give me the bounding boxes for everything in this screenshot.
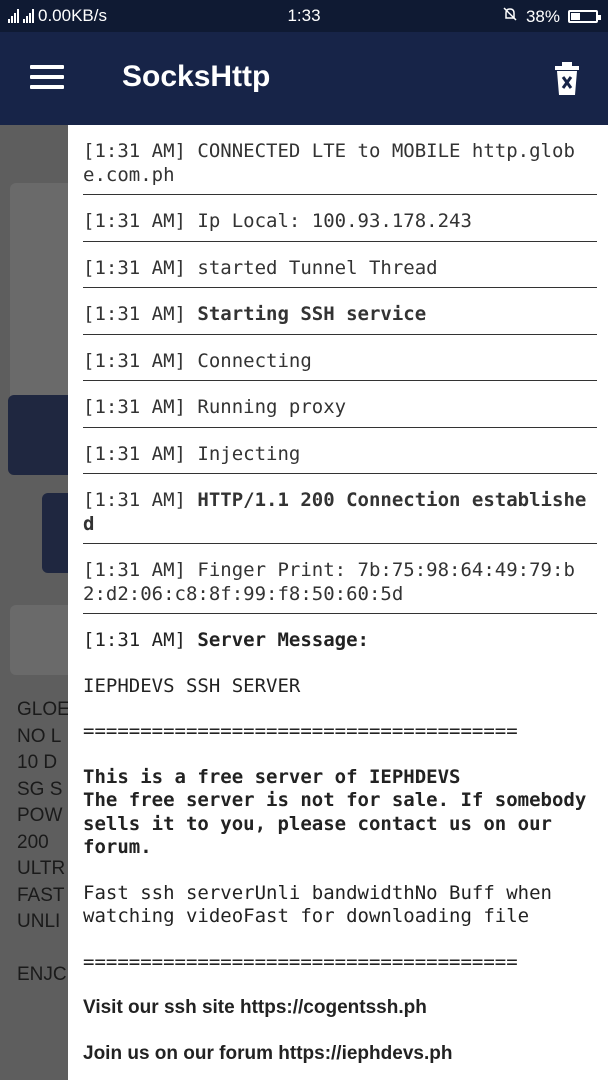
log-entry: [1:31 AM] Starting SSH service <box>83 288 597 335</box>
status-right: 38% <box>502 6 601 27</box>
log-entry: [1:31 AM] Finger Print: 7b:75:98:64:49:7… <box>83 544 597 614</box>
server-heading: IEPHDEVS SSH SERVER <box>83 674 301 697</box>
bg-server-notes: GLOE NO L 10 D SG S POW 200 ULTR FAST UN… <box>17 699 70 985</box>
separator-2: ====================================== <box>83 950 518 973</box>
log-time: [1:31 AM] <box>83 442 198 465</box>
log-panel[interactable]: [1:31 AM] CONNECTED LTE to MOBILE http.g… <box>68 125 608 1080</box>
log-time: [1:31 AM] <box>83 396 198 418</box>
log-message: Ip Local: 100.93.178.243 <box>197 210 472 232</box>
status-bar: 0.00KB/s 1:33 38% <box>0 0 608 32</box>
log-message: Starting SSH service <box>197 303 427 325</box>
log-entry: [1:31 AM] Injecting <box>83 428 597 474</box>
log-entry: [1:31 AM] Running proxy <box>83 381 597 428</box>
trash-delete-icon[interactable] <box>554 62 580 96</box>
battery-percent: 38% <box>525 6 560 26</box>
log-message: Running proxy <box>197 396 347 418</box>
log-time: [1:31 AM] <box>83 256 198 279</box>
log-time: [1:31 AM] <box>83 559 198 581</box>
log-list: [1:31 AM] CONNECTED LTE to MOBILE http.g… <box>68 125 608 1065</box>
log-time: [1:31 AM] <box>83 629 198 651</box>
hamburger-menu-icon[interactable] <box>30 65 64 91</box>
log-entry: [1:31 AM] HTTP/1.1 200 Connection establ… <box>83 474 597 544</box>
log-time: [1:31 AM] <box>83 489 198 511</box>
log-time: [1:31 AM] <box>83 303 198 325</box>
log-time: [1:31 AM] <box>83 140 198 162</box>
server-features: Fast ssh serverUnli bandwidthNo Buff whe… <box>83 881 564 928</box>
log-time: [1:31 AM] <box>83 210 198 232</box>
separator: ====================================== <box>83 720 518 742</box>
battery-icon <box>568 10 601 23</box>
app-title: SocksHttp <box>122 60 271 93</box>
log-entry: [1:31 AM] Ip Local: 100.93.178.243 <box>83 195 597 242</box>
log-message: Injecting <box>197 442 301 465</box>
log-time: [1:31 AM] <box>83 349 198 372</box>
site-link-line: Visit our ssh site https://cogentssh.ph <box>83 997 427 1018</box>
server-notice: This is a free server of IEPHDEVS The fr… <box>83 765 587 859</box>
forum-link-line: Join us on our forum https://iephdevs.ph <box>83 1042 453 1064</box>
server-message-label: Server Message: <box>197 629 369 651</box>
app-bar: SocksHttp <box>0 32 608 125</box>
log-message: started Tunnel Thread <box>197 256 438 279</box>
server-message-header: [1:31 AM] Server Message: <box>83 629 597 653</box>
log-entry: [1:31 AM] started Tunnel Thread <box>83 242 597 288</box>
server-message: [1:31 AM] Server Message: IEPHDEVS SSH SE… <box>83 614 597 1065</box>
mute-bell-icon <box>502 6 518 27</box>
log-message: Connecting <box>197 349 312 372</box>
log-entry: [1:31 AM] CONNECTED LTE to MOBILE http.g… <box>83 125 597 195</box>
log-entry: [1:31 AM] Connecting <box>83 335 597 381</box>
